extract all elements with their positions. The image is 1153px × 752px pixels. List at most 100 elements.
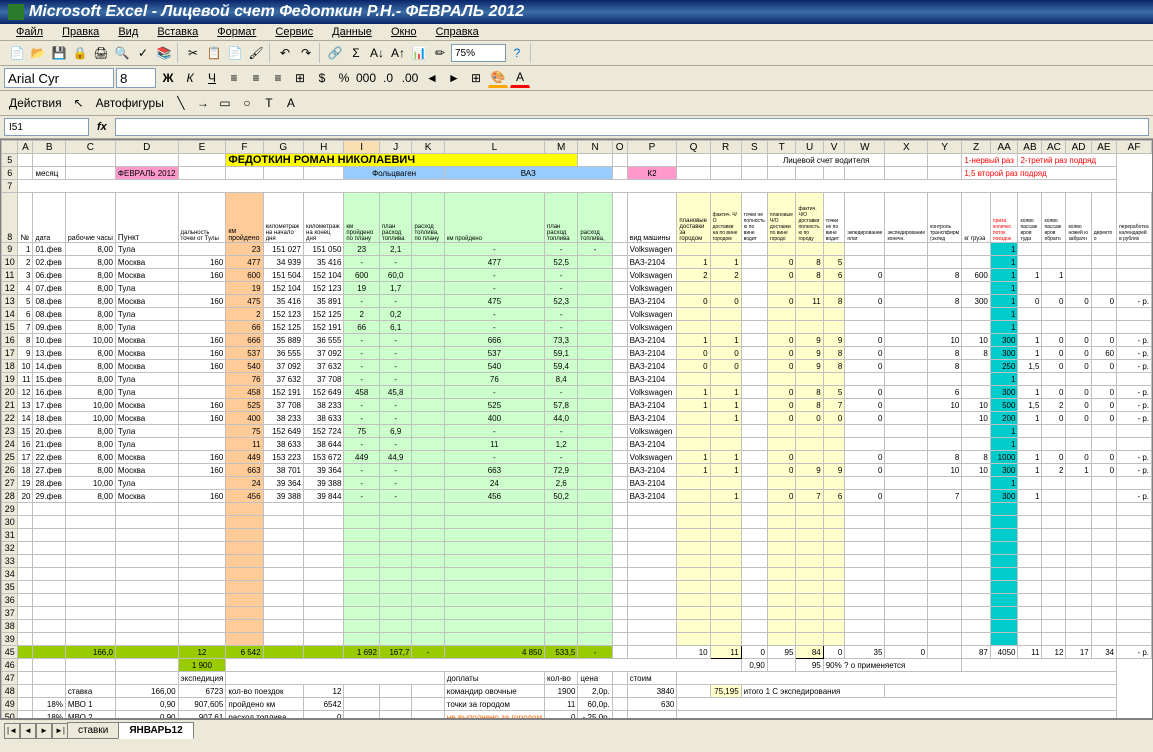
col-header[interactable]: U (796, 141, 823, 154)
col-header[interactable]: B (33, 141, 65, 154)
textbox-button[interactable]: T (259, 93, 279, 113)
sheet-tab-stavki[interactable]: ставки (67, 722, 119, 739)
col-header[interactable]: P (627, 141, 677, 154)
driver-name-cell[interactable]: ФЕДОТКИН РОМАН НИКОЛАЕВИЧ (226, 154, 578, 167)
row-header[interactable]: 14 (2, 308, 18, 321)
col-header[interactable]: R (710, 141, 741, 154)
col-header[interactable]: N (578, 141, 612, 154)
line-button[interactable]: ╲ (171, 93, 191, 113)
row-header[interactable]: 34 (2, 568, 18, 581)
bold-button[interactable]: Ж (158, 68, 178, 88)
borders-button[interactable]: ⊞ (466, 68, 486, 88)
col-header[interactable]: Y (928, 141, 962, 154)
save-button[interactable]: 💾 (49, 43, 69, 63)
row-header[interactable]: 47 (2, 672, 18, 685)
comma-button[interactable]: 000 (356, 68, 376, 88)
fx-icon[interactable]: fx (89, 121, 115, 133)
autosum-button[interactable]: Σ (346, 43, 366, 63)
row-header[interactable]: 8 (2, 193, 18, 243)
permission-button[interactable]: 🔒 (70, 43, 90, 63)
redo-button[interactable]: ↷ (296, 43, 316, 63)
row-header[interactable]: 32 (2, 542, 18, 555)
dec-indent-button[interactable]: ◄ (422, 68, 442, 88)
open-button[interactable]: 📂 (28, 43, 48, 63)
formula-input[interactable] (115, 118, 1149, 136)
row-header[interactable]: 11 (2, 269, 18, 282)
cut-button[interactable]: ✂ (183, 43, 203, 63)
col-header[interactable]: O (612, 141, 627, 154)
name-box[interactable] (4, 118, 89, 136)
fill-color-button[interactable]: 🎨 (488, 68, 508, 88)
align-center-button[interactable]: ≡ (246, 68, 266, 88)
percent-button[interactable]: % (334, 68, 354, 88)
row-header[interactable]: 48 (2, 685, 18, 698)
underline-button[interactable]: Ч (202, 68, 222, 88)
row-header[interactable]: 50 (2, 711, 18, 720)
align-right-button[interactable]: ≡ (268, 68, 288, 88)
inc-indent-button[interactable]: ► (444, 68, 464, 88)
col-header[interactable]: D (115, 141, 178, 154)
spreadsheet-grid[interactable]: A B C D E F G H I J K L M N O P Q R S T … (1, 140, 1152, 719)
col-header[interactable]: X (885, 141, 928, 154)
sheet-tab-january[interactable]: ЯНВАРЬ12 (118, 722, 193, 739)
preview-button[interactable]: 🔍 (112, 43, 132, 63)
col-header[interactable]: AD (1066, 141, 1091, 154)
row-header[interactable]: 13 (2, 295, 18, 308)
format-painter-button[interactable]: 🖌 (246, 43, 266, 63)
row-header[interactable]: 20 (2, 386, 18, 399)
drawing-button[interactable]: ✏ (430, 43, 450, 63)
actions-button[interactable]: Действия (4, 93, 67, 113)
col-header[interactable]: T (767, 141, 796, 154)
row-header[interactable]: 35 (2, 581, 18, 594)
row-header[interactable]: 37 (2, 607, 18, 620)
col-header[interactable]: Z (962, 141, 991, 154)
col-header[interactable]: V (823, 141, 845, 154)
vw-header[interactable]: Фольцваген (344, 167, 444, 180)
col-header[interactable]: E (178, 141, 226, 154)
rect-button[interactable]: ▭ (215, 93, 235, 113)
col-header[interactable]: C (65, 141, 115, 154)
font-color-button[interactable]: A (510, 68, 530, 88)
menu-file[interactable]: Файл (8, 24, 51, 40)
row-header[interactable]: 7 (2, 180, 18, 193)
menu-tools[interactable]: Сервис (267, 24, 321, 40)
row-header[interactable]: 38 (2, 620, 18, 633)
autoshapes-button[interactable]: Автофигуры (91, 93, 169, 113)
undo-button[interactable]: ↶ (275, 43, 295, 63)
align-left-button[interactable]: ≡ (224, 68, 244, 88)
col-header[interactable]: G (263, 141, 303, 154)
row-header[interactable]: 29 (2, 503, 18, 516)
col-header[interactable]: AA (990, 141, 1018, 154)
copy-button[interactable]: 📋 (204, 43, 224, 63)
col-header[interactable]: J (379, 141, 412, 154)
row-header[interactable]: 16 (2, 334, 18, 347)
row-header[interactable]: 21 (2, 399, 18, 412)
row-header[interactable]: 15 (2, 321, 18, 334)
col-header[interactable]: AB (1018, 141, 1042, 154)
col-header[interactable]: AF (1117, 141, 1152, 154)
col-header[interactable]: W (845, 141, 885, 154)
row-header[interactable]: 36 (2, 594, 18, 607)
row-header[interactable]: 24 (2, 438, 18, 451)
row-header[interactable]: 45 (2, 646, 18, 659)
paste-button[interactable]: 📄 (225, 43, 245, 63)
tab-prev-button[interactable]: ◄ (20, 723, 36, 739)
tab-first-button[interactable]: |◄ (4, 723, 20, 739)
sort-desc-button[interactable]: A↑ (388, 43, 408, 63)
row-header[interactable]: 17 (2, 347, 18, 360)
vaz-header[interactable]: ВАЗ (444, 167, 612, 180)
font-size-input[interactable] (116, 68, 156, 88)
row-header[interactable]: 39 (2, 633, 18, 646)
row-header[interactable]: 18 (2, 360, 18, 373)
inc-decimal-button[interactable]: .0 (378, 68, 398, 88)
row-header[interactable]: 23 (2, 425, 18, 438)
merge-button[interactable]: ⊞ (290, 68, 310, 88)
row-header[interactable]: 46 (2, 659, 18, 672)
row-header[interactable]: 5 (2, 154, 18, 167)
row-header[interactable]: 49 (2, 698, 18, 711)
wordart-button[interactable]: A (281, 93, 301, 113)
row-header[interactable]: 26 (2, 464, 18, 477)
row-header[interactable]: 22 (2, 412, 18, 425)
col-header[interactable]: F (226, 141, 263, 154)
col-header[interactable]: M (544, 141, 577, 154)
